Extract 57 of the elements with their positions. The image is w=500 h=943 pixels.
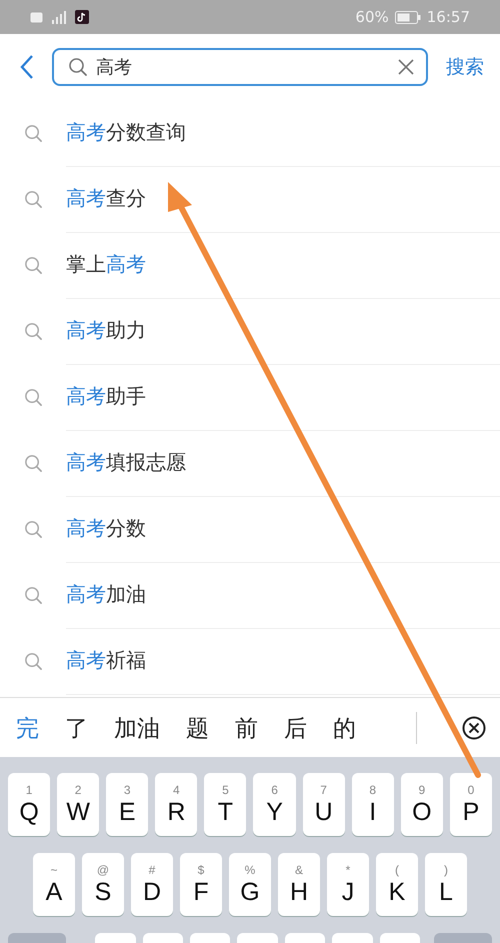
keyboard-key[interactable]: 9 O bbox=[400, 773, 443, 836]
search-icon bbox=[24, 388, 42, 406]
suggestion-item[interactable]: 高考查分 bbox=[66, 185, 146, 212]
suggestion-item[interactable]: 高考助手 bbox=[66, 383, 146, 410]
keyboard-key[interactable]: 2 W bbox=[57, 773, 100, 836]
suggestion-item[interactable]: 高考分数 bbox=[66, 515, 146, 542]
search-icon bbox=[24, 190, 42, 208]
suggestion-item[interactable]: 高考祈福 bbox=[66, 647, 146, 674]
search-field[interactable]: 高考 bbox=[96, 56, 390, 78]
candidate-word[interactable]: 后 bbox=[271, 712, 320, 744]
keyboard-key[interactable]: @ S bbox=[82, 853, 124, 916]
suggestion-item[interactable]: 高考填报志愿 bbox=[66, 449, 186, 476]
keyboard-key[interactable]: 7 U bbox=[302, 773, 345, 836]
keyboard-key[interactable]: $ F bbox=[180, 853, 222, 916]
suggestion-item[interactable]: 高考分数查询 bbox=[66, 119, 186, 146]
keyboard-key[interactable]: * J bbox=[327, 853, 369, 916]
search-icon bbox=[24, 256, 42, 274]
candidate-word[interactable]: 了 bbox=[52, 712, 101, 744]
search-box[interactable]: 高考 bbox=[52, 48, 428, 86]
search-icon bbox=[24, 586, 42, 604]
clock: 16:57 bbox=[426, 8, 470, 26]
search-icon bbox=[24, 520, 42, 538]
candidate-word[interactable]: 题 bbox=[173, 712, 222, 744]
candidate-word[interactable]: 前 bbox=[222, 712, 271, 744]
suggestion-item[interactable]: 高考助力 bbox=[66, 317, 146, 344]
back-icon[interactable] bbox=[20, 54, 34, 80]
app-icon bbox=[75, 10, 89, 24]
candidate-word[interactable]: 的 bbox=[320, 712, 369, 744]
keyboard-key[interactable]: & H bbox=[278, 853, 320, 916]
delete-icon[interactable] bbox=[462, 716, 486, 740]
keyboard-key[interactable]: ~ A bbox=[33, 853, 75, 916]
hd-icon bbox=[30, 12, 43, 22]
clear-icon[interactable] bbox=[398, 59, 414, 75]
search-icon bbox=[24, 454, 42, 472]
suggestion-item[interactable]: 高考加油 bbox=[66, 581, 146, 608]
suggestion-item[interactable]: 掌上高考 bbox=[66, 251, 146, 278]
keyboard-key[interactable]: 5 T bbox=[204, 773, 246, 836]
search-icon bbox=[68, 57, 88, 77]
battery-icon bbox=[394, 10, 421, 24]
candidate-word[interactable]: 完 bbox=[16, 712, 52, 744]
search-icon bbox=[24, 652, 42, 670]
keyboard-key[interactable]: % G bbox=[229, 853, 271, 916]
search-icon bbox=[24, 124, 42, 142]
battery-percent: 60% bbox=[355, 8, 389, 26]
keyboard-key[interactable]: 0 P bbox=[450, 773, 492, 836]
search-icon bbox=[24, 322, 42, 340]
keyboard-key[interactable]: ( K bbox=[376, 853, 418, 916]
keyboard-key[interactable]: 4 R bbox=[155, 773, 198, 836]
keyboard-key[interactable]: ) L bbox=[425, 853, 467, 916]
candidate-word[interactable]: 加油 bbox=[101, 712, 173, 744]
keyboard-key[interactable]: 8 I bbox=[352, 773, 394, 836]
keyboard-key[interactable]: 6 Y bbox=[253, 773, 296, 836]
keyboard-key[interactable]: # D bbox=[131, 853, 173, 916]
signal-icon bbox=[49, 10, 69, 24]
keyboard-key[interactable]: 1 Q bbox=[8, 773, 50, 836]
search-button[interactable]: 搜索 bbox=[446, 54, 484, 80]
keyboard-key[interactable]: 3 E bbox=[106, 773, 148, 836]
